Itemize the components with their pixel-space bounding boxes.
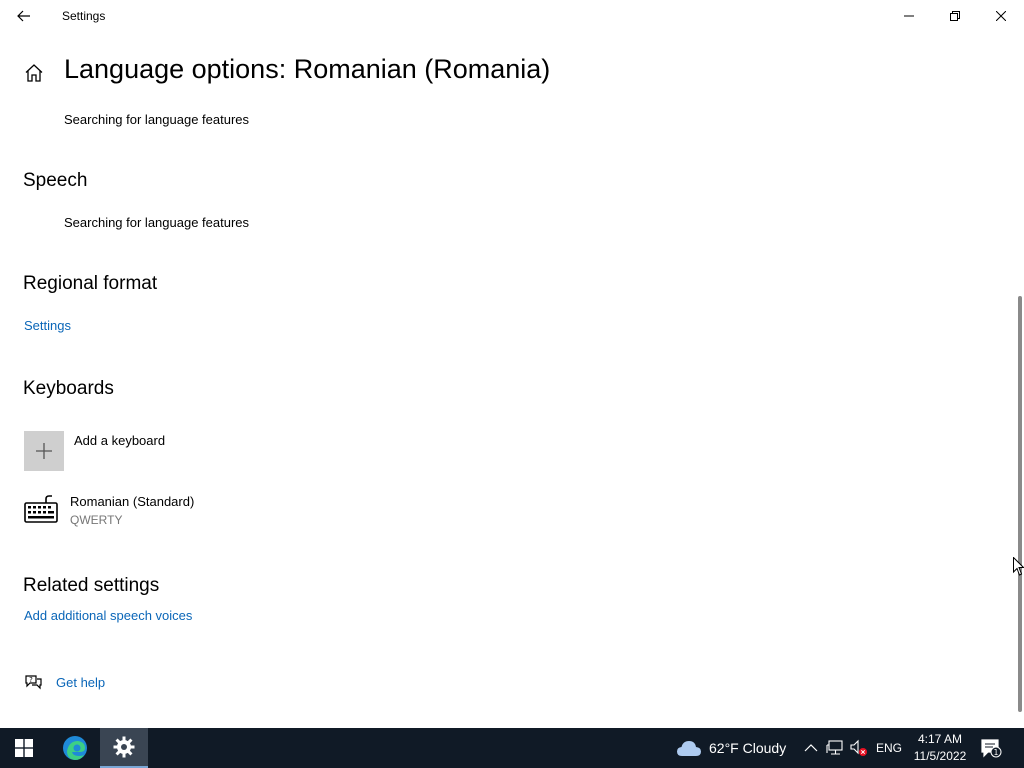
svg-text:?: ? (29, 676, 33, 684)
cloud-icon[interactable] (676, 738, 702, 758)
restore-icon (950, 11, 960, 21)
scrollbar[interactable] (1018, 296, 1022, 712)
keyboard-item[interactable]: Romanian (Standard) QWERTY (24, 492, 284, 532)
window-title: Settings (62, 9, 106, 23)
speech-heading: Speech (23, 170, 88, 191)
language-features-status: Searching for language features (64, 112, 250, 127)
gear-icon (113, 736, 135, 758)
network-icon[interactable] (826, 739, 844, 757)
title-bar: Settings (0, 0, 1024, 32)
regional-format-heading: Regional format (23, 273, 158, 294)
minimize-icon (904, 15, 914, 17)
edge-taskbar-button[interactable] (52, 728, 98, 768)
keyboard-icon (24, 495, 58, 523)
clock-time[interactable]: 4:17 AM (910, 732, 970, 746)
restore-button[interactable] (932, 0, 978, 32)
regional-format-settings-link[interactable]: Settings (24, 318, 71, 333)
plus-icon (36, 443, 52, 459)
settings-taskbar-button[interactable] (100, 728, 148, 768)
start-button[interactable] (0, 728, 48, 768)
close-icon (996, 11, 1006, 21)
add-keyboard-tile (24, 431, 64, 471)
taskbar: 62°F Cloudy ENG 4:17 AM 11/5/2022 1 (0, 728, 1024, 768)
input-language-indicator[interactable]: ENG (876, 741, 902, 755)
windows-logo-icon (15, 739, 33, 757)
clock-date[interactable]: 11/5/2022 (910, 749, 970, 763)
notification-count: 1 (994, 748, 999, 757)
back-button[interactable] (10, 4, 38, 28)
keyboards-heading: Keyboards (23, 378, 114, 399)
related-settings-heading: Related settings (23, 575, 160, 596)
get-help-icon: ? (25, 675, 42, 690)
page-title: Language options: Romanian (Romania) (64, 54, 551, 84)
home-button[interactable] (22, 61, 46, 85)
add-speech-voices-link[interactable]: Add additional speech voices (24, 608, 192, 623)
volume-muted-icon[interactable] (850, 739, 868, 757)
add-keyboard-button[interactable]: Add a keyboard (24, 431, 244, 471)
minimize-button[interactable] (886, 0, 932, 32)
get-help-link[interactable]: ? Get help (24, 674, 164, 694)
settings-window: Settings Language options: Romanian (Rom… (0, 0, 1024, 728)
weather-text[interactable]: 62°F Cloudy (709, 740, 786, 756)
add-keyboard-label: Add a keyboard (74, 433, 166, 448)
chevron-up-icon[interactable] (803, 740, 819, 756)
keyboard-name: Romanian (Standard) (70, 494, 195, 509)
speech-status: Searching for language features (64, 215, 250, 230)
get-help-label: Get help (56, 675, 106, 690)
back-arrow-icon (17, 10, 30, 22)
keyboard-layout: QWERTY (70, 513, 123, 527)
notification-center-icon[interactable]: 1 (980, 738, 1002, 758)
edge-browser-icon (63, 736, 87, 760)
home-icon (25, 64, 43, 82)
close-button[interactable] (978, 0, 1024, 32)
mouse-pointer-icon (1013, 557, 1024, 576)
